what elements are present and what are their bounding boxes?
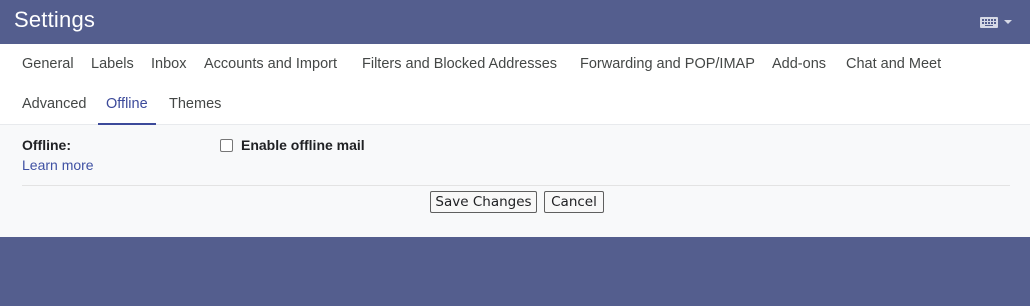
tab-chat-and-meet[interactable]: Chat and Meet: [846, 44, 941, 84]
offline-setting-label: Offline:: [22, 137, 71, 153]
divider: [22, 185, 1010, 186]
tab-forwarding-and-pop-imap[interactable]: Forwarding and POP/IMAP: [580, 44, 755, 84]
keyboard-icon: [980, 16, 998, 28]
cancel-button[interactable]: Cancel: [544, 191, 604, 213]
offline-settings: Offline: Learn more Enable offline mail …: [0, 125, 1030, 237]
app-header: Settings: [0, 0, 1030, 44]
page-title: Settings: [14, 7, 96, 32]
tab-offline[interactable]: Offline: [98, 84, 156, 125]
tab-add-ons[interactable]: Add-ons: [772, 44, 826, 84]
caret-down-icon: [1004, 20, 1012, 24]
tab-filters-and-blocked-addresses[interactable]: Filters and Blocked Addresses: [362, 44, 557, 84]
tab-inbox[interactable]: Inbox: [151, 44, 186, 84]
save-changes-button[interactable]: Save Changes: [430, 191, 537, 213]
tab-advanced[interactable]: Advanced: [22, 84, 87, 124]
enable-offline-mail-label[interactable]: Enable offline mail: [241, 137, 365, 153]
tab-labels[interactable]: Labels: [91, 44, 134, 84]
settings-tabs: General Labels Inbox Accounts and Import…: [0, 44, 1030, 125]
input-tools-toggle[interactable]: [980, 15, 1016, 29]
tab-general[interactable]: General: [22, 44, 74, 84]
tab-accounts-and-import[interactable]: Accounts and Import: [204, 44, 337, 84]
enable-offline-mail-checkbox[interactable]: [220, 139, 233, 152]
settings-panel: General Labels Inbox Accounts and Import…: [0, 44, 1030, 237]
learn-more-link[interactable]: Learn more: [22, 157, 94, 173]
tab-themes[interactable]: Themes: [169, 84, 221, 124]
